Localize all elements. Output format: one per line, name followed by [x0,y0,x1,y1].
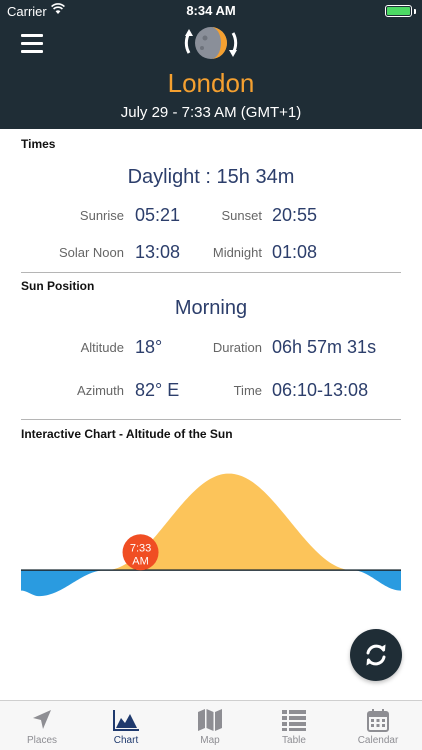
tab-table[interactable]: Table [252,701,336,750]
current-time-marker-period: AM [132,555,149,567]
sun-altitude-chart[interactable]: 7:33 AM [0,448,422,608]
sunrise-value: 05:21 [135,205,181,225]
city-name[interactable]: London [0,68,422,99]
refresh-button[interactable] [350,629,402,681]
sunset-value: 20:55 [272,205,318,225]
night-area [21,570,401,597]
map-icon [198,709,222,731]
azimuth-value: 82° E [135,380,180,400]
refresh-icon [366,644,386,666]
current-time-marker-time: 7:33 [130,542,151,554]
solar-noon-value: 13:08 [135,242,181,262]
area-chart-icon [113,710,139,731]
chart-section-title: Interactive Chart - Altitude of the Sun [21,427,233,441]
status-bar: Carrier 8:34 AM [0,0,422,22]
tab-bar: Places Chart Map Table Calendar [0,700,422,750]
duration-value: 06h 57m 31s [272,337,377,357]
solar-noon-label: Solar Noon [58,245,124,260]
tab-map[interactable]: Map [168,701,252,750]
tab-label: Places [26,735,57,746]
tab-places[interactable]: Places [0,701,84,750]
current-time-marker[interactable]: 7:33 AM [122,534,159,571]
altitude-label: Altitude [80,340,124,355]
calendar-icon [367,709,389,732]
sunrise-label: Sunrise [79,208,124,223]
sun-phase: Morning [174,297,248,319]
menu-button[interactable] [21,34,43,53]
tab-chart[interactable]: Chart [84,701,168,750]
tab-label: Map [200,735,220,746]
times-section-title: Times [21,137,56,151]
midnight-value: 01:08 [272,242,318,262]
location-arrow-icon [33,710,51,729]
section-divider [21,272,401,273]
battery-cap [414,9,416,14]
time-range-label: Time [233,383,262,398]
tab-calendar[interactable]: Calendar [336,701,420,750]
tab-label: Chart [113,735,139,746]
midnight-label: Midnight [212,245,262,260]
sunset-label: Sunset [221,208,262,223]
battery-icon [385,5,412,17]
daylight-duration: Daylight : 15h 34m [127,166,295,188]
altitude-value: 18° [135,337,163,357]
current-date-time: July 29 - 7:33 AM (GMT+1) [120,104,302,121]
azimuth-label: Azimuth [77,383,124,398]
app-header: Carrier 8:34 AM London July 29 - 7:33 AM… [0,0,422,129]
duration-label: Duration [212,340,262,355]
status-time: 8:34 AM [186,3,236,18]
table-list-icon [282,710,306,731]
sun-position-section-title: Sun Position [21,279,95,293]
tab-label: Table [282,735,306,746]
section-divider [21,419,401,420]
sun-moon-logo-icon[interactable] [180,21,242,65]
time-range-value: 06:10-13:08 [272,380,369,400]
tab-label: Calendar [357,735,399,746]
daylight-area [21,473,401,571]
